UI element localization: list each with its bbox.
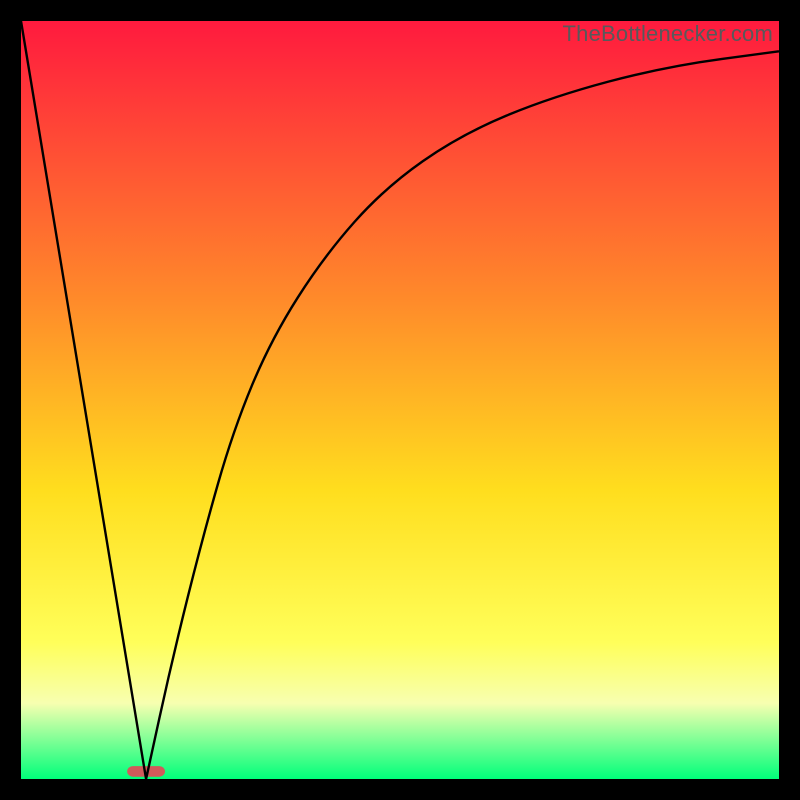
plot-area: TheBottlenecker.com: [21, 21, 779, 779]
chart-frame: TheBottlenecker.com: [0, 0, 800, 800]
gradient-background: [21, 21, 779, 779]
watermark-text: TheBottlenecker.com: [563, 21, 773, 47]
bottleneck-chart: [21, 21, 779, 779]
